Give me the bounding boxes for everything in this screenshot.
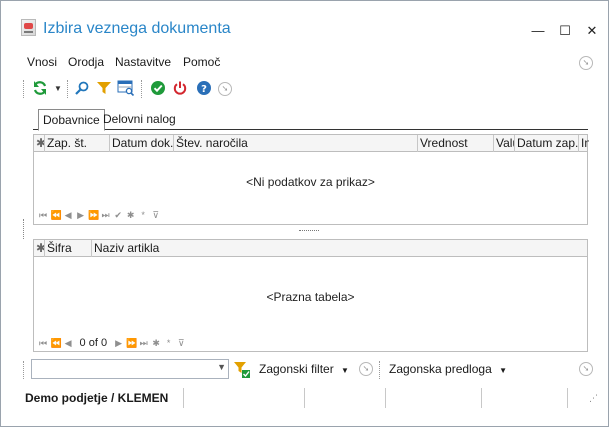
power-icon[interactable] [171, 80, 189, 98]
help-icon[interactable]: ? [195, 80, 213, 98]
column-selector-icon[interactable]: ✱ [34, 135, 45, 152]
startup-template-label: Zagonska predloga [389, 362, 492, 376]
tab-delovni-nalog[interactable]: Delovni nalog [99, 109, 180, 130]
column-valuta[interactable]: Valu [494, 135, 515, 152]
nav-edit-icon[interactable]: * [164, 338, 174, 348]
main-toolbar: ▼ ? ➘ [23, 79, 583, 99]
toolbar-separator-2 [141, 80, 144, 98]
menu-circle-arrow-icon[interactable]: ➘ [579, 56, 593, 70]
toolbar-separator [67, 80, 70, 98]
nav-prev-icon[interactable]: ◀ [63, 210, 73, 221]
search-icon[interactable] [73, 80, 91, 98]
tab-dobavnice[interactable]: Dobavnice [38, 109, 105, 131]
filter-combo[interactable]: ▼ [31, 359, 229, 379]
app-icon [21, 19, 36, 36]
column-in[interactable]: In [579, 135, 589, 152]
dropdown-arrow-icon[interactable]: ▼ [49, 80, 67, 98]
menu-vnosi[interactable]: Vnosi [27, 55, 57, 69]
status-divider [304, 388, 305, 408]
nav-next-icon[interactable]: ▶ [76, 210, 86, 221]
items-grid-header: ✱ Šifra Naziv artikla [34, 240, 587, 257]
circle-arrow-icon[interactable]: ➘ [218, 82, 232, 96]
status-bar: Demo podjetje / KLEMEN ⋰ [1, 385, 608, 411]
nav-edit-icon[interactable]: * [138, 210, 148, 220]
tab-strip: Dobavnice Delovni nalog [33, 109, 588, 131]
grid-navigator: ⏮ ⏪ ◀ 0 of 0 ▶ ⏩ ⏭ ✱ * ⊽ [38, 337, 186, 351]
window-title: Izbira veznega dokumenta [43, 20, 231, 37]
documents-grid: ✱ Zap. št. Datum dok. Štev. naročila Vre… [33, 134, 589, 225]
filter-icon[interactable] [95, 80, 113, 98]
column-datum-zap[interactable]: Datum zap. [515, 135, 579, 152]
startup-filter-button[interactable]: Zagonski filter ▼ [259, 362, 349, 376]
nav-last-icon[interactable]: ⏭ [101, 210, 111, 221]
empty-message: <Prazna tabela> [266, 290, 355, 304]
nav-filter-icon[interactable]: ⊽ [151, 210, 161, 221]
confirm-icon[interactable] [149, 80, 167, 98]
splitter[interactable] [299, 230, 319, 233]
dialog-window: Izbira veznega dokumenta — ☐ ✕ Vnosi Oro… [0, 0, 609, 427]
chevron-down-icon[interactable]: ▼ [217, 362, 226, 372]
bottom-toolbar-grip [23, 361, 26, 379]
status-divider [481, 388, 482, 408]
left-splitter-grip[interactable] [23, 219, 25, 239]
column-zap-st[interactable]: Zap. št. [45, 135, 110, 152]
nav-append-icon[interactable]: ✱ [126, 210, 136, 221]
grid-search-icon[interactable] [117, 80, 135, 98]
documents-grid-header: ✱ Zap. št. Datum dok. Štev. naročila Vre… [34, 135, 589, 152]
bottom-toolbar-separator [379, 361, 382, 379]
nav-next-icon[interactable]: ▶ [114, 338, 124, 349]
filter-check-icon[interactable] [233, 361, 251, 379]
nav-prev-page-icon[interactable]: ⏪ [51, 210, 62, 221]
refresh-icon[interactable] [31, 80, 49, 98]
startup-template-button[interactable]: Zagonska predloga ▼ [389, 362, 507, 376]
empty-message: <Ni podatkov za prikaz> [246, 175, 375, 189]
startup-filter-label: Zagonski filter [259, 362, 334, 376]
bottom-toolbar: ▼ Zagonski filter ▼ ➘ Zagonska predloga … [23, 359, 593, 381]
minimize-button[interactable]: — [526, 21, 550, 41]
menu-nastavitve[interactable]: Nastavitve [115, 55, 171, 69]
items-grid: ✱ Šifra Naziv artikla <Prazna tabela> ⏮ … [33, 239, 588, 352]
nav-last-icon[interactable]: ⏭ [139, 338, 149, 349]
title-bar: Izbira veznega dokumenta — ☐ ✕ [1, 1, 608, 43]
nav-next-page-icon[interactable]: ⏩ [88, 210, 99, 221]
status-divider [385, 388, 386, 408]
chevron-down-icon: ▼ [341, 366, 349, 375]
template-circle-arrow-icon[interactable]: ➘ [579, 362, 593, 376]
close-button[interactable]: ✕ [580, 21, 604, 41]
resize-grip-icon[interactable]: ⋰ [589, 393, 598, 404]
column-selector-icon[interactable]: ✱ [34, 240, 45, 257]
record-counter: 0 of 0 [79, 337, 108, 349]
filter-circle-arrow-icon[interactable]: ➘ [359, 362, 373, 376]
status-divider [567, 388, 568, 408]
chevron-down-icon: ▼ [499, 366, 508, 375]
company-status: Demo podjetje / KLEMEN [25, 391, 169, 405]
column-sifra[interactable]: Šifra [45, 240, 92, 257]
status-divider [183, 388, 184, 408]
toolbar-grip [23, 80, 26, 98]
column-datum-dok[interactable]: Datum dok. [110, 135, 174, 152]
menu-pomoc[interactable]: Pomoč [183, 55, 220, 69]
column-vrednost[interactable]: Vrednost [418, 135, 494, 152]
nav-append-icon[interactable]: ✱ [151, 338, 161, 349]
svg-text:?: ? [201, 84, 207, 95]
menu-orodja[interactable]: Orodja [68, 55, 104, 69]
column-naziv-artikla[interactable]: Naziv artikla [92, 240, 587, 257]
nav-prev-icon[interactable]: ◀ [63, 338, 73, 349]
nav-apply-icon[interactable]: ✔ [113, 210, 123, 221]
nav-next-page-icon[interactable]: ⏩ [126, 338, 137, 349]
grid-navigator: ⏮ ⏪ ◀ ▶ ⏩ ⏭ ✔ ✱ * ⊽ [38, 210, 161, 224]
nav-prev-page-icon[interactable]: ⏪ [51, 338, 62, 349]
nav-filter-icon[interactable]: ⊽ [176, 338, 186, 349]
maximize-button[interactable]: ☐ [553, 21, 577, 41]
column-stev-narocila[interactable]: Štev. naročila [174, 135, 418, 152]
nav-first-icon[interactable]: ⏮ [38, 338, 48, 349]
nav-first-icon[interactable]: ⏮ [38, 210, 48, 221]
